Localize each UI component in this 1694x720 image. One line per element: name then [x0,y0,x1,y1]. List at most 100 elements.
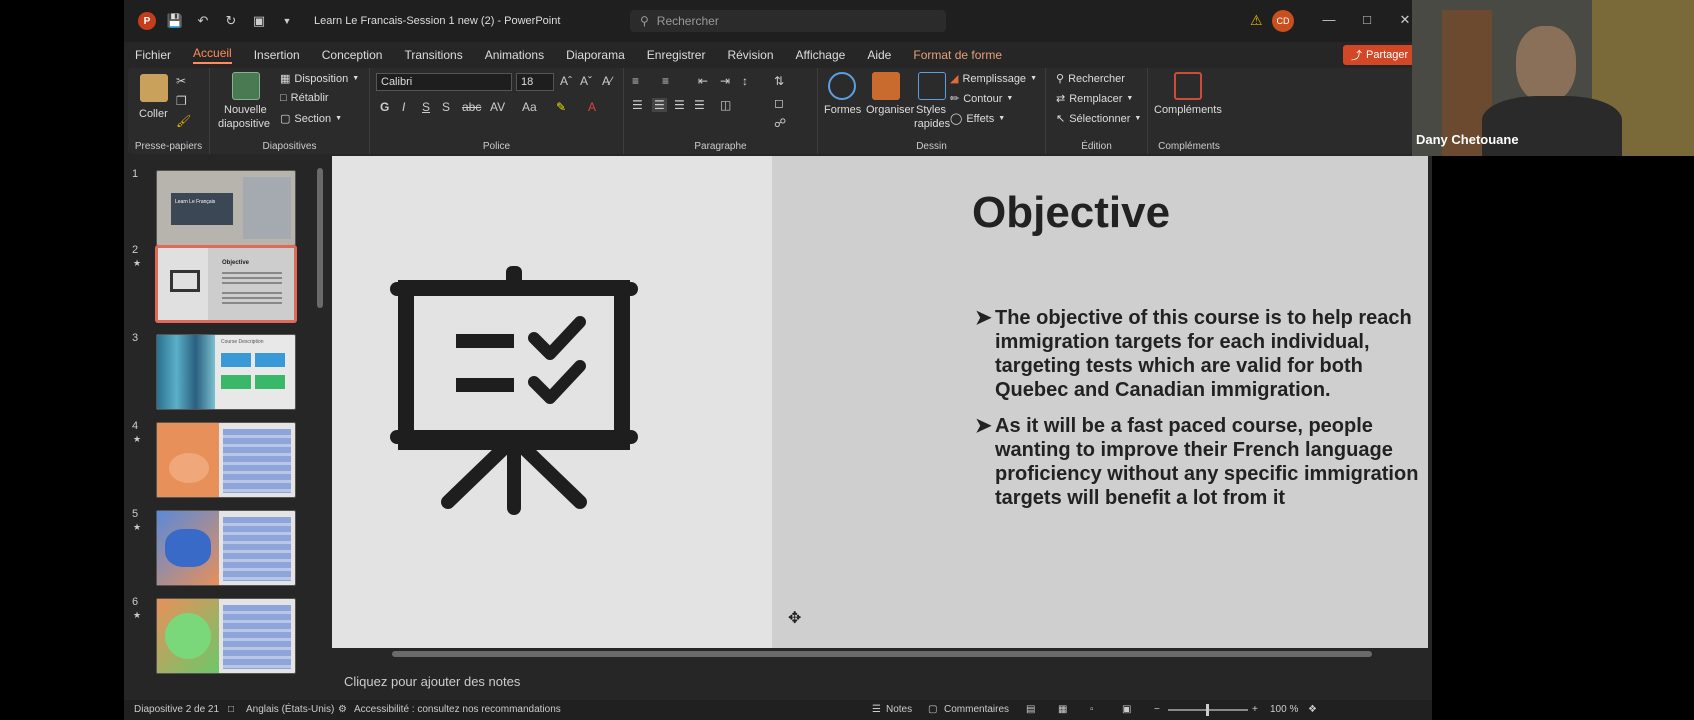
cut-icon[interactable]: ✂ [176,74,186,88]
arrange-button[interactable]: Organiser [866,104,914,116]
font-color-icon[interactable]: A [588,100,596,114]
align-center-icon[interactable]: ☰ [652,98,667,112]
tab-enregistrer[interactable]: Enregistrer [647,48,706,62]
paste-icon[interactable] [140,74,168,102]
zoom-level[interactable]: 100 % [1270,704,1298,715]
search-input[interactable]: ⚲ Rechercher [630,10,946,32]
select-button[interactable]: ↖ Sélectionner ▼ [1056,112,1141,126]
strikethrough-icon[interactable]: abc [462,100,481,114]
line-spacing-icon[interactable]: ↕ [742,74,748,88]
slide-title[interactable]: Objective [972,188,1170,238]
addins-button[interactable]: Compléments [1154,104,1222,116]
bold-icon[interactable]: G [380,100,389,114]
scrollbar-thumb[interactable] [317,168,323,308]
thumbnail-scrollbar[interactable] [316,158,324,698]
bullet-item[interactable]: ➤ The objective of this course is to hel… [975,306,1428,402]
numbering-icon[interactable]: ≡ [662,74,669,88]
language-indicator[interactable]: Anglais (États-Unis) [246,704,334,715]
align-right-icon[interactable]: ☰ [674,98,685,112]
smartart-icon[interactable]: ☍ [774,116,786,130]
tab-format-de-forme[interactable]: Format de forme [913,48,1002,62]
warning-icon[interactable]: ⚠ [1250,12,1263,29]
slide-thumbnail-2[interactable]: Objective [156,246,296,322]
slide-bullet-list[interactable]: ➤ The objective of this course is to hel… [975,306,1428,522]
slide-thumbnail-3[interactable]: Course Description [156,334,296,410]
redo-icon[interactable]: ↻ [222,12,240,30]
tab-fichier[interactable]: Fichier [135,48,171,62]
notes-icon[interactable]: ☰ [872,704,881,715]
grow-font-icon[interactable]: Aˆ [560,74,572,88]
tab-affichage[interactable]: Affichage [796,48,846,62]
character-spacing-icon[interactable]: AV [490,100,505,114]
font-size-select[interactable]: 18 [516,73,554,91]
addins-icon[interactable] [1174,72,1202,100]
reading-view-icon[interactable]: ▫ [1090,704,1094,715]
new-slide-button[interactable]: Nouvelle [224,104,267,116]
underline-icon[interactable]: S [422,100,430,114]
save-icon[interactable]: 💾 [166,12,184,30]
reset-button[interactable]: □ Rétablir [280,92,329,104]
paste-button[interactable]: Coller [139,108,168,120]
maximize-icon[interactable]: □ [1358,12,1376,27]
tab-conception[interactable]: Conception [322,48,383,62]
slide-sorter-icon[interactable]: ▦ [1058,704,1067,715]
slideshow-icon[interactable]: ▣ [1122,704,1131,715]
slide-thumbnail-5[interactable] [156,510,296,586]
shape-fill-button[interactable]: ◢ Remplissage ▼ [950,72,1037,86]
tab-diaporama[interactable]: Diaporama [566,48,625,62]
replace-button[interactable]: ⇄ Remplacer ▼ [1056,92,1133,106]
normal-view-icon[interactable]: ▤ [1026,704,1035,715]
shapes-icon[interactable] [828,72,856,100]
shapes-button[interactable]: Formes [824,104,861,116]
zoom-slider-thumb[interactable] [1206,704,1209,716]
justify-icon[interactable]: ☰ [694,98,705,112]
fit-to-window-icon[interactable]: ❖ [1308,704,1317,715]
tab-transitions[interactable]: Transitions [404,48,462,62]
decrease-indent-icon[interactable]: ⇤ [698,74,708,88]
share-button[interactable]: ⤴ Partager [1343,45,1417,65]
customize-toolbar-icon[interactable]: ▼ [278,12,296,30]
format-painter-icon[interactable]: 🖌 [176,114,191,128]
align-text-icon[interactable]: ◻ [774,96,784,110]
present-icon[interactable]: ▣ [250,12,268,30]
slide-thumbnail-1[interactable]: Learn Le Français [156,170,296,246]
find-button[interactable]: ⚲ Rechercher [1056,72,1125,86]
scrollbar-thumb[interactable] [392,651,1372,657]
shape-outline-button[interactable]: ✏ Contour ▼ [950,92,1013,106]
tab-animations[interactable]: Animations [485,48,544,62]
text-direction-icon[interactable]: ⇅ [774,74,784,88]
align-left-icon[interactable]: ☰ [632,98,643,112]
comments-button[interactable]: Commentaires [944,704,1009,715]
highlight-icon[interactable]: ✎ [556,100,566,114]
notes-button[interactable]: Notes [886,704,912,715]
slide-thumbnail-6[interactable] [156,598,296,674]
minimize-icon[interactable]: — [1320,12,1338,27]
tab-revision[interactable]: Révision [727,48,773,62]
tab-aide[interactable]: Aide [867,48,891,62]
quick-styles-button[interactable]: Styles [916,104,946,116]
slide-thumbnail-4[interactable] [156,422,296,498]
accessibility-status[interactable]: Accessibilité : consultez nos recommanda… [354,704,561,715]
shrink-font-icon[interactable]: Aˇ [580,74,592,88]
tab-insertion[interactable]: Insertion [254,48,300,62]
shadow-icon[interactable]: S [442,100,450,114]
new-slide-button-line2[interactable]: diapositive [218,118,270,130]
layout-button[interactable]: ▦ Disposition ▼ [280,72,359,86]
quick-styles-button-line2[interactable]: rapides [914,118,950,130]
change-case-icon[interactable]: Aa [522,100,537,114]
copy-icon[interactable]: ❐ [176,94,187,108]
notes-pane[interactable]: Cliquez pour ajouter des notes [332,664,1428,698]
shape-effects-button[interactable]: ◯ Effets ▼ [950,112,1005,126]
new-slide-icon[interactable] [232,72,260,100]
zoom-out-icon[interactable]: − [1154,704,1160,715]
zoom-in-icon[interactable]: + [1252,704,1258,715]
user-avatar[interactable]: CD [1272,10,1294,32]
slide-canvas[interactable]: Objective ➤ The objective of this course… [332,156,1428,648]
spellcheck-icon[interactable]: □ [228,704,234,715]
quick-styles-icon[interactable] [918,72,946,100]
clear-format-icon[interactable]: A∕ [602,74,612,88]
horizontal-scrollbar[interactable] [332,648,1428,660]
comments-icon[interactable]: ▢ [928,704,937,715]
italic-icon[interactable]: I [402,100,405,114]
undo-icon[interactable]: ↶ [194,12,212,30]
